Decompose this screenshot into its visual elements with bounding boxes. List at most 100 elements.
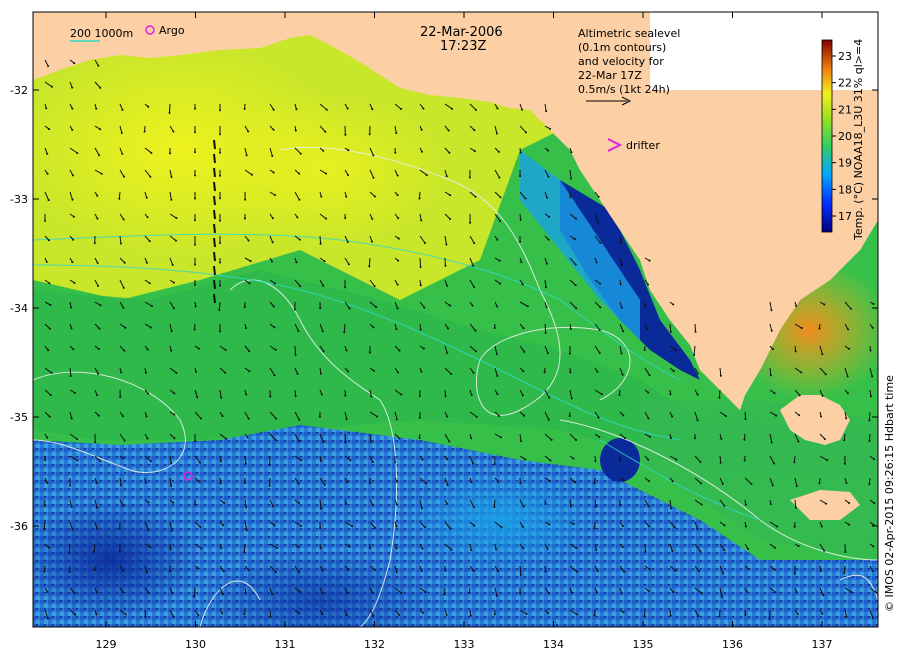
velocity-arrow-head <box>321 592 324 595</box>
velocity-arrow-head <box>396 371 399 374</box>
velocity-arrow-head <box>297 329 300 332</box>
velocity-arrow-head <box>76 152 79 155</box>
drifter-label: drifter <box>626 139 660 152</box>
velocity-arrow-head <box>297 482 300 485</box>
velocity-arrow-head <box>345 418 348 421</box>
velocity-arrow-head <box>495 132 498 135</box>
velocity-arrow-head <box>699 550 702 553</box>
velocity-arrow <box>118 191 121 199</box>
velocity-arrow-head <box>120 132 123 135</box>
velocity-arrow-head <box>243 306 246 309</box>
velocity-arrow-head <box>347 370 350 373</box>
velocity-arrow-head <box>521 283 524 286</box>
velocity-arrow-head <box>395 525 398 528</box>
velocity-arrow-head <box>496 238 499 241</box>
velocity-arrow-head <box>99 304 102 307</box>
velocity-arrow-head <box>75 438 78 441</box>
velocity-arrow-head <box>493 613 496 616</box>
jet-arrow <box>213 181 216 192</box>
velocity-arrow-head <box>572 523 575 526</box>
velocity-arrow-head <box>423 242 426 245</box>
velocity-arrow-head <box>546 352 549 355</box>
velocity-arrow-head <box>621 545 624 548</box>
velocity-arrow-head <box>822 594 825 597</box>
velocity-arrow-head <box>222 524 225 527</box>
velocity-arrow-head <box>493 506 496 509</box>
lon-tick-label: 131 <box>275 638 296 651</box>
velocity-arrow-head <box>671 550 674 553</box>
velocity-arrow-head <box>323 260 326 263</box>
velocity-arrow-head <box>423 525 426 528</box>
velocity-arrow-head <box>174 239 177 242</box>
velocity-arrow-head <box>496 305 499 308</box>
velocity-arrow-head <box>400 107 403 110</box>
velocity-arrow-head <box>149 175 152 178</box>
velocity-arrow-head <box>170 349 173 352</box>
velocity-arrow-head <box>621 525 624 528</box>
velocity-arrow-head <box>647 417 650 420</box>
velocity-arrow-head <box>722 572 725 575</box>
velocity-arrow-head <box>49 303 52 306</box>
velocity-arrow-head <box>172 130 175 133</box>
velocity-arrow-head <box>70 505 73 508</box>
velocity-arrow-head <box>818 327 821 330</box>
velocity-arrow-head <box>622 414 625 417</box>
velocity-arrow-head <box>723 524 726 527</box>
velocity-arrow-head <box>169 547 172 550</box>
velocity-arrow-head <box>750 482 753 485</box>
velocity-arrow-head <box>593 482 596 485</box>
velocity-arrow-head <box>620 264 623 267</box>
velocity-arrow-head <box>493 326 496 329</box>
velocity-arrow-head <box>498 259 501 262</box>
velocity-arrow-head <box>95 591 98 594</box>
velocity-arrow-head <box>644 550 647 553</box>
velocity-arrow-head <box>322 441 325 444</box>
velocity-arrow-head <box>444 569 447 572</box>
velocity-arrow-head <box>322 149 325 152</box>
velocity-arrow-head <box>575 439 578 442</box>
velocity-arrow-head <box>648 435 651 438</box>
velocity-arrow-head <box>97 348 100 351</box>
velocity-arrow-head <box>395 547 398 550</box>
velocity-arrow-head <box>568 415 571 418</box>
colorbar-tick-label: 23 <box>838 50 852 63</box>
velocity-arrow-head <box>319 307 322 310</box>
velocity-arrow-head <box>147 105 150 108</box>
velocity-arrow-head <box>572 457 575 460</box>
velocity-arrow-head <box>274 571 277 574</box>
velocity-arrow-head <box>295 261 298 264</box>
velocity-arrow-head <box>647 479 650 482</box>
velocity-arrow-head <box>99 128 102 131</box>
velocity-arrow-head <box>46 617 49 620</box>
velocity-arrow-head <box>646 328 649 331</box>
velocity-arrow-head <box>99 86 102 89</box>
velocity-arrow-head <box>669 614 672 617</box>
velocity-arrow-head <box>300 459 303 462</box>
jet-arrow <box>213 293 216 304</box>
velocity-arrow-head <box>720 595 723 598</box>
colorbar-ramp <box>821 39 833 233</box>
velocity-arrow-head <box>370 395 373 398</box>
velocity-arrow-head <box>724 415 727 418</box>
velocity-arrow-head <box>199 461 202 464</box>
velocity-arrow-head <box>675 458 678 461</box>
velocity-arrow-head <box>850 591 853 594</box>
velocity-arrow-head <box>271 260 274 263</box>
velocity-arrow-head <box>595 549 598 552</box>
velocity-arrow-head <box>470 481 473 484</box>
velocity-arrow-head <box>425 482 428 485</box>
velocity-arrow-head <box>48 415 51 418</box>
velocity-arrow-head <box>147 528 150 531</box>
velocity-arrow-head <box>71 261 74 264</box>
velocity-arrow-head <box>274 348 277 351</box>
velocity-arrow-head <box>643 349 646 352</box>
velocity-arrow-head <box>493 463 496 466</box>
velocity-arrow-head <box>472 264 475 267</box>
velocity-arrow-head <box>118 527 121 530</box>
velocity-arrow-head <box>396 174 399 177</box>
velocity-arrow-head <box>273 282 276 285</box>
velocity-arrow-head <box>446 502 449 505</box>
velocity-arrow-head <box>495 353 498 356</box>
velocity-arrow-head <box>368 482 371 485</box>
velocity-arrow-head <box>519 482 522 485</box>
